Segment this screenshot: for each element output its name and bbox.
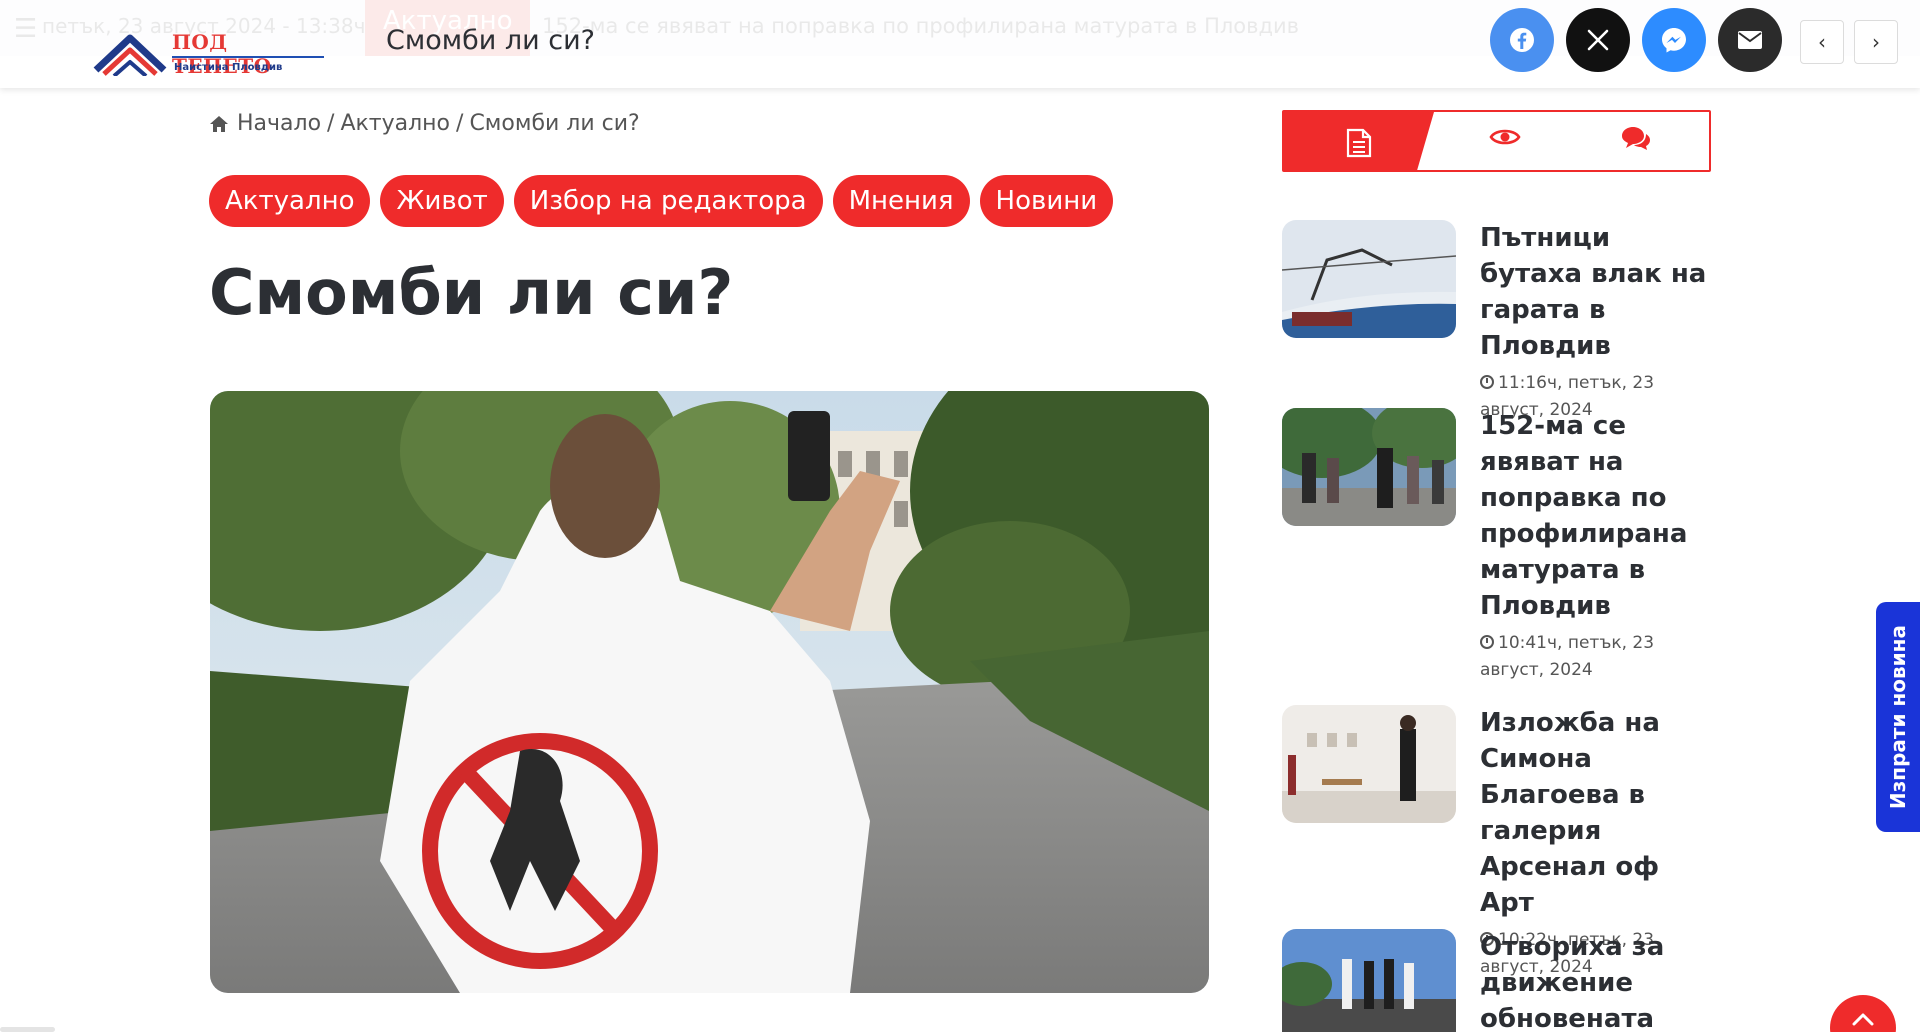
logo-rule [172,56,324,58]
send-news-label: Изпрати новина [1886,624,1910,810]
scroll-to-top-button[interactable] [1830,995,1896,1032]
post-title[interactable]: Пътници бутаха влак на гарата в Пловдив [1480,220,1716,364]
ticker-headline: 152-ма се явяват на поправка по профилир… [542,14,1300,38]
email-share-button[interactable] [1718,8,1782,72]
envelope-icon [1738,31,1762,49]
category-tags: Актуално Живот Избор на редактора Мнения… [209,175,1114,227]
comments-icon [1622,127,1650,150]
category-tag-aktualno[interactable]: Актуално [209,175,371,227]
sidebar-tabs [1282,110,1711,172]
x-icon [1587,29,1609,51]
logo-tagline: Наистина Пловдив [174,62,283,73]
tab-recent[interactable] [1284,112,1434,170]
post-title[interactable]: 152-ма се явяват на поправка по профилир… [1480,408,1716,624]
facebook-icon [1510,28,1534,52]
clock-icon [1480,635,1494,649]
tab-comments[interactable] [1620,126,1652,156]
facebook-share-button[interactable] [1490,8,1554,72]
messenger-icon [1662,28,1686,53]
article-featured-image [210,391,1209,993]
post-time: 10:41ч, петък, 23 август, 2024 [1480,633,1655,680]
post-thumbnail[interactable] [1282,408,1456,526]
send-news-button[interactable]: Изпрати новина [1876,602,1920,832]
x-share-button[interactable] [1566,8,1630,72]
breadcrumb-separator: / [456,111,464,136]
breadcrumb-current: Смомби ли си? [469,111,640,136]
breadcrumb: Начало / Актуално / Смомби ли си? [209,111,640,136]
post-thumbnail[interactable] [1282,929,1456,1032]
menu-icon: ☰ [14,14,38,44]
ticker-next-button[interactable]: › [1854,20,1898,64]
category-tag-zhivot[interactable]: Живот [380,175,504,227]
breadcrumb-separator: / [327,111,335,136]
category-tag-novini[interactable]: Новини [979,175,1114,227]
post-title[interactable]: Отвориха за движение обновената [1480,929,1716,1032]
clock-icon [1480,375,1494,389]
site-logo[interactable]: ПОД ТЕПЕТО Наистина Пловдив [92,30,332,80]
category-tag-editors-choice[interactable]: Избор на редактора [513,175,823,227]
post-thumbnail[interactable] [1282,220,1456,338]
ticker-prev-button[interactable]: ‹ [1800,20,1844,64]
document-icon [1346,128,1372,158]
messenger-share-button[interactable] [1642,8,1706,72]
breadcrumb-section-link[interactable]: Актуално [340,111,450,136]
tab-popular[interactable] [1489,126,1521,152]
scrollbar-stub [0,1027,55,1032]
sticky-article-title: Смомби ли си? [386,25,595,56]
home-icon [209,115,229,133]
chevron-up-icon [1852,1013,1874,1026]
article-title: Смомби ли си? [209,256,734,329]
post-title[interactable]: Изложба на Симона Благоева в галерия Арс… [1480,705,1716,921]
breadcrumb-home-link[interactable]: Начало [237,111,321,136]
post-thumbnail[interactable] [1282,705,1456,823]
site-header: ☰ петък, 23 август 2024 - 13:38ч Актуалн… [0,0,1920,88]
logo-roof-icon [93,34,167,76]
eye-icon [1489,129,1521,145]
category-tag-mnenia[interactable]: Мнения [832,175,970,227]
